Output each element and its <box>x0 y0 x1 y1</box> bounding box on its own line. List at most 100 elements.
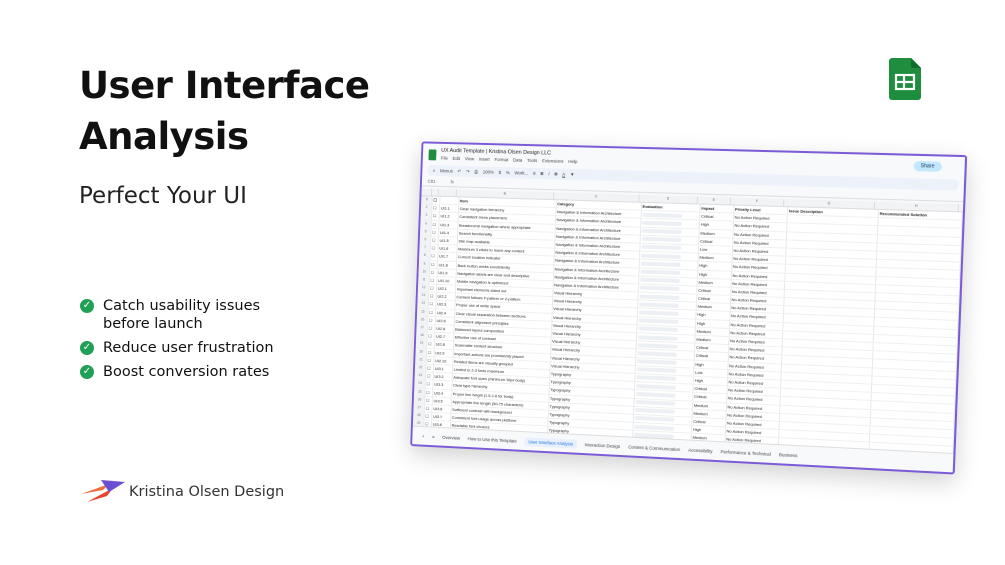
tab-performance-technical[interactable]: Performance & Technical <box>721 449 771 457</box>
tab-how-to-use[interactable]: How to Use this Template <box>468 436 517 443</box>
tab-overview[interactable]: Overview <box>442 434 460 440</box>
undo-icon[interactable]: ↶ <box>458 168 462 174</box>
dropdown-pill[interactable] <box>635 375 676 382</box>
menu-view[interactable]: View <box>465 156 474 161</box>
text-color-icon[interactable]: A <box>562 172 565 177</box>
tab-interaction-design[interactable]: Interaction Design <box>585 442 621 449</box>
dropdown-pill[interactable] <box>641 236 681 243</box>
impact-dropdown[interactable]: Medium <box>697 278 732 287</box>
menu-edit[interactable]: Edit <box>453 156 461 161</box>
dropdown-pill[interactable] <box>639 269 680 275</box>
dropdown-pill[interactable] <box>637 334 678 341</box>
impact-dropdown[interactable]: Critical <box>697 286 732 295</box>
dropdown-pill[interactable] <box>641 228 682 235</box>
impact-dropdown[interactable]: Low <box>698 245 733 254</box>
search-menus-icon[interactable]: ⌕ <box>433 168 436 173</box>
impact-dropdown[interactable]: Medium <box>699 229 734 238</box>
impact-dropdown[interactable]: Critical <box>699 212 734 221</box>
impact-dropdown[interactable]: Critical <box>694 343 729 353</box>
impact-dropdown[interactable]: Critical <box>699 237 733 246</box>
impact-dropdown[interactable]: High <box>695 319 730 328</box>
dropdown-pill[interactable] <box>637 326 678 333</box>
dropdown-pill[interactable] <box>638 318 678 325</box>
impact-dropdown[interactable]: High <box>699 220 734 230</box>
impact-dropdown[interactable]: High <box>696 311 731 320</box>
menu-extensions[interactable]: Extensions <box>542 158 564 164</box>
impact-dropdown[interactable]: Medium <box>696 302 731 312</box>
row-checkbox[interactable]: ☐ <box>423 444 431 452</box>
impact-dropdown[interactable]: High <box>697 270 732 279</box>
impact-dropdown[interactable]: High <box>694 360 729 369</box>
dropdown-pill[interactable] <box>638 310 679 316</box>
dropdown-pill[interactable] <box>642 212 682 218</box>
row-number: 19 <box>415 340 428 348</box>
all-sheets-icon[interactable]: ≡ <box>432 434 435 439</box>
hero-subtitle: Perfect Your UI <box>79 183 247 209</box>
dropdown-pill[interactable] <box>634 416 675 423</box>
dropdown-pill[interactable] <box>635 383 676 390</box>
sheets-icon <box>428 148 437 160</box>
item-id: UI1.2 <box>439 212 459 221</box>
share-button[interactable]: Share <box>913 160 942 172</box>
item-id: UI2.2 <box>436 292 456 301</box>
redo-icon[interactable]: ↷ <box>466 169 470 175</box>
filter-icon[interactable]: ▼ <box>570 172 575 177</box>
percent-icon[interactable]: % <box>506 170 510 175</box>
dropdown-pill[interactable] <box>634 399 675 406</box>
tab-user-interface-analysis[interactable]: User Interface Analysis <box>524 436 578 449</box>
menu-help[interactable]: Help <box>568 159 577 164</box>
strikethrough-icon[interactable]: S <box>554 171 557 176</box>
name-box[interactable]: C81 <box>428 178 451 184</box>
dropdown-pill[interactable] <box>636 359 677 365</box>
dropdown-pill[interactable] <box>640 261 681 267</box>
dropdown-pill[interactable] <box>639 277 680 284</box>
bold-icon[interactable]: B <box>540 171 543 176</box>
dropdown-pill[interactable] <box>637 342 677 349</box>
dropdown-pill[interactable] <box>635 391 676 398</box>
impact-dropdown[interactable]: Medium <box>695 327 730 337</box>
impact-dropdown[interactable]: High <box>693 376 728 386</box>
menu-file[interactable]: File <box>441 156 448 161</box>
add-sheet-icon[interactable]: + <box>422 433 425 438</box>
print-icon[interactable]: ⎙ <box>474 169 478 174</box>
zoom-select[interactable]: 100% <box>483 169 494 174</box>
menu-tools[interactable]: Tools <box>527 158 537 163</box>
dropdown-pill[interactable] <box>640 253 681 259</box>
search-menus-label[interactable]: Menus <box>440 168 453 173</box>
row-number: 3 <box>420 212 433 220</box>
dropdown-pill[interactable] <box>639 294 679 300</box>
menu-data[interactable]: Data <box>513 157 522 162</box>
item-id: UI2.3 <box>436 300 456 309</box>
impact-dropdown[interactable]: Medium <box>698 253 733 263</box>
tab-business[interactable]: Business <box>779 452 798 458</box>
impact-dropdown[interactable]: Medium <box>695 335 730 345</box>
row-number: 20 <box>415 348 428 356</box>
dropdown-pill[interactable] <box>639 285 680 292</box>
row-number: 2 <box>420 204 433 212</box>
dropdown-pill[interactable] <box>638 302 679 308</box>
impact-dropdown[interactable]: Critical <box>696 294 731 304</box>
impact-dropdown[interactable]: Low <box>694 368 728 378</box>
tab-accessibility[interactable]: Accessibility <box>688 447 713 453</box>
sheet-grid[interactable]: BCD EFGH 1 ☐ Item Category Evaluation Imp… <box>412 188 964 454</box>
impact-dropdown[interactable]: Critical <box>694 352 729 361</box>
item-id: UI1.7 <box>437 252 458 261</box>
table-body: 2 ☐ UI1.1 Clear navigation hierarchy Navigat… <box>412 204 963 454</box>
dropdown-pill[interactable] <box>636 367 676 374</box>
row-number: 27 <box>413 403 425 412</box>
dropdown-pill[interactable] <box>634 408 675 414</box>
dropdown-pill[interactable] <box>640 245 681 251</box>
dropdown-pill[interactable] <box>634 424 674 431</box>
tab-content-communication[interactable]: Content & Communication <box>628 444 680 452</box>
italic-icon[interactable]: I <box>548 171 549 176</box>
font-size-field[interactable]: 8 <box>533 171 536 176</box>
impact-dropdown[interactable]: High <box>698 261 732 271</box>
font-select[interactable]: Work... <box>514 170 528 175</box>
impact-dropdown[interactable]: Critical <box>693 384 728 394</box>
currency-icon[interactable]: $ <box>499 170 502 175</box>
item-id: UI4.1 <box>430 444 450 453</box>
menu-insert[interactable]: Insert <box>479 157 490 162</box>
menu-format[interactable]: Format <box>494 157 508 162</box>
dropdown-pill[interactable] <box>636 351 677 357</box>
dropdown-pill[interactable] <box>641 220 682 226</box>
